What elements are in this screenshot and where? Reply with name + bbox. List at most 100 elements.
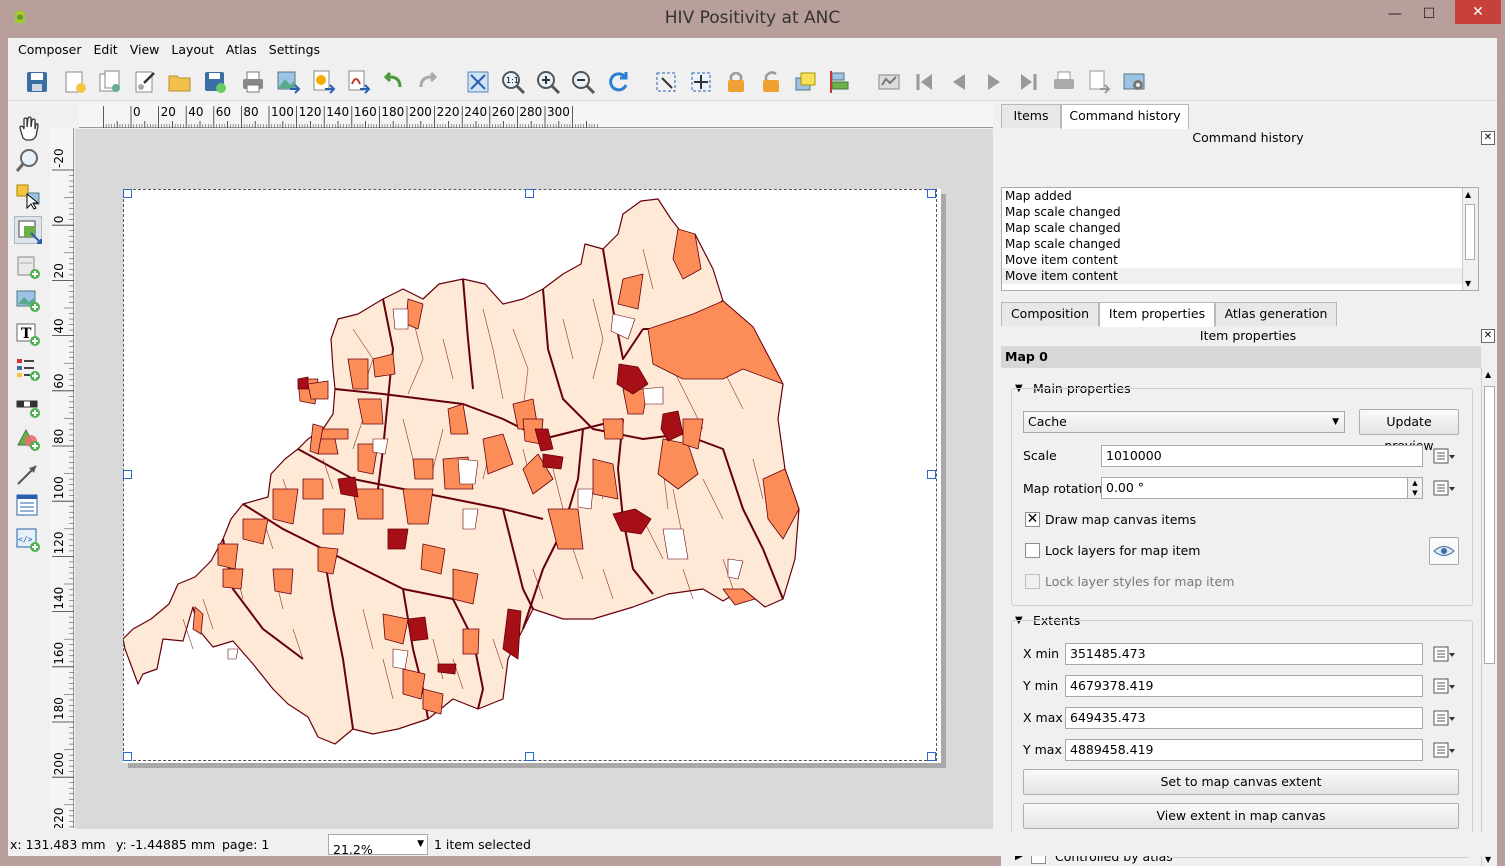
zoom-full-icon[interactable]: [465, 69, 491, 95]
zoom-actual-icon[interactable]: 1:1: [500, 69, 526, 95]
resize-handle[interactable]: [123, 470, 132, 479]
menu-layout[interactable]: Layout: [165, 38, 220, 62]
resize-handle[interactable]: [927, 189, 936, 198]
rotation-spinner[interactable]: ▲ ▼: [1407, 477, 1423, 499]
print-icon[interactable]: [240, 69, 266, 95]
list-item[interactable]: Move item content: [1002, 268, 1478, 284]
close-panel-icon[interactable]: ✕: [1481, 329, 1495, 343]
eye-visibility-icon[interactable]: [1429, 537, 1459, 565]
save-project-icon[interactable]: [24, 69, 50, 95]
properties-scrollbar[interactable]: ▲ ▼: [1481, 368, 1497, 866]
add-html-frame-icon[interactable]: </>: [14, 526, 42, 554]
ymax-input[interactable]: 4889458.419: [1065, 739, 1423, 761]
add-shape-icon[interactable]: [14, 425, 42, 453]
menu-view[interactable]: View: [124, 38, 166, 62]
composer-canvas[interactable]: [75, 129, 993, 829]
ymin-input[interactable]: 4679378.419: [1065, 675, 1423, 697]
add-scalebar-icon[interactable]: [14, 392, 42, 420]
data-defined-override-icon[interactable]: [1431, 445, 1457, 467]
add-legend-icon[interactable]: [14, 355, 42, 383]
lock-styles-checkbox[interactable]: [1025, 574, 1040, 589]
history-scrollbar[interactable]: ▲ ▼: [1462, 188, 1478, 290]
add-image-icon[interactable]: [14, 286, 42, 314]
resize-handle[interactable]: [927, 752, 936, 761]
command-history-list[interactable]: Map added Map scale changed Map scale ch…: [1001, 187, 1479, 291]
zoom-out-icon[interactable]: [570, 69, 596, 95]
new-composer-icon[interactable]: [62, 69, 88, 95]
select-move-item-icon[interactable]: [653, 69, 679, 95]
tab-items[interactable]: Items: [1001, 104, 1061, 128]
undo-icon[interactable]: [380, 69, 406, 95]
lock-items-icon[interactable]: [723, 69, 749, 95]
menu-settings[interactable]: Settings: [263, 38, 326, 62]
atlas-preview-icon[interactable]: [876, 69, 902, 95]
close-panel-icon[interactable]: ✕: [1481, 131, 1495, 145]
xmin-input[interactable]: 351485.473: [1065, 643, 1423, 665]
menu-composer[interactable]: Composer: [12, 38, 87, 62]
map-rotation-input[interactable]: 0.00 °: [1101, 477, 1413, 499]
atlas-prev-icon[interactable]: [946, 69, 972, 95]
zoom-tool-icon[interactable]: [14, 147, 42, 175]
redo-icon[interactable]: [415, 69, 441, 95]
composer-manager-icon[interactable]: [132, 69, 158, 95]
export-svg-icon[interactable]: [310, 69, 336, 95]
duplicate-composer-icon[interactable]: [97, 69, 123, 95]
lock-layers-checkbox[interactable]: [1025, 543, 1040, 558]
atlas-export-icon[interactable]: [1086, 69, 1112, 95]
tab-item-properties[interactable]: Item properties: [1099, 302, 1215, 327]
move-content-icon[interactable]: [688, 69, 714, 95]
atlas-last-icon[interactable]: [1016, 69, 1042, 95]
minimize-button[interactable]: —: [1380, 0, 1410, 28]
add-attribute-table-icon[interactable]: [14, 492, 42, 520]
atlas-print-icon[interactable]: [1051, 69, 1077, 95]
list-item[interactable]: Move item content: [1002, 252, 1478, 268]
pan-hand-icon[interactable]: [14, 114, 42, 142]
data-defined-override-icon[interactable]: [1431, 739, 1457, 761]
zoom-combo[interactable]: 21.2% ▼: [328, 834, 428, 857]
preview-mode-select[interactable]: Cache ▼: [1023, 411, 1345, 433]
atlas-settings-icon[interactable]: [1121, 69, 1147, 95]
tab-composition[interactable]: Composition: [1001, 302, 1099, 326]
export-image-icon[interactable]: [275, 69, 301, 95]
maximize-button[interactable]: ☐: [1414, 0, 1444, 28]
add-label-icon[interactable]: T: [14, 320, 42, 348]
list-item[interactable]: Map scale changed: [1002, 220, 1478, 236]
scale-input[interactable]: 1010000: [1101, 445, 1423, 467]
atlas-first-icon[interactable]: [911, 69, 937, 95]
menu-edit[interactable]: Edit: [87, 38, 123, 62]
export-pdf-icon[interactable]: [345, 69, 371, 95]
move-item-content-icon[interactable]: [14, 216, 42, 244]
update-preview-button[interactable]: Update preview: [1359, 409, 1459, 453]
tab-command-history[interactable]: Command history: [1061, 104, 1189, 129]
set-to-canvas-extent-button[interactable]: Set to map canvas extent: [1023, 769, 1459, 795]
tab-atlas-generation[interactable]: Atlas generation: [1215, 302, 1337, 326]
draw-canvas-items-checkbox[interactable]: ✕: [1025, 512, 1040, 527]
resize-handle[interactable]: [123, 189, 132, 198]
resize-handle[interactable]: [525, 752, 534, 761]
list-item[interactable]: Map added: [1002, 188, 1478, 204]
view-extent-button[interactable]: View extent in map canvas: [1023, 803, 1459, 829]
list-item[interactable]: Map scale changed: [1002, 236, 1478, 252]
list-item[interactable]: Map scale changed: [1002, 204, 1478, 220]
select-item-icon[interactable]: [14, 182, 42, 210]
add-arrow-icon[interactable]: [14, 460, 42, 488]
align-items-icon[interactable]: [828, 69, 854, 95]
atlas-next-icon[interactable]: [981, 69, 1007, 95]
resize-handle[interactable]: [927, 470, 936, 479]
zoom-in-icon[interactable]: [535, 69, 561, 95]
close-button[interactable]: ✕: [1455, 0, 1501, 24]
data-defined-override-icon[interactable]: [1431, 477, 1457, 499]
resize-handle[interactable]: [525, 189, 534, 198]
menu-atlas[interactable]: Atlas: [220, 38, 263, 62]
unlock-items-icon[interactable]: [758, 69, 784, 95]
data-defined-override-icon[interactable]: [1431, 643, 1457, 665]
refresh-icon[interactable]: [605, 69, 631, 95]
resize-handle[interactable]: [123, 752, 132, 761]
add-new-map-icon[interactable]: [14, 253, 42, 281]
save-template-icon[interactable]: [202, 69, 228, 95]
data-defined-override-icon[interactable]: [1431, 707, 1457, 729]
data-defined-override-icon[interactable]: [1431, 675, 1457, 697]
xmax-input[interactable]: 649435.473: [1065, 707, 1423, 729]
open-template-icon[interactable]: [167, 69, 193, 95]
raise-items-icon[interactable]: [793, 69, 819, 95]
